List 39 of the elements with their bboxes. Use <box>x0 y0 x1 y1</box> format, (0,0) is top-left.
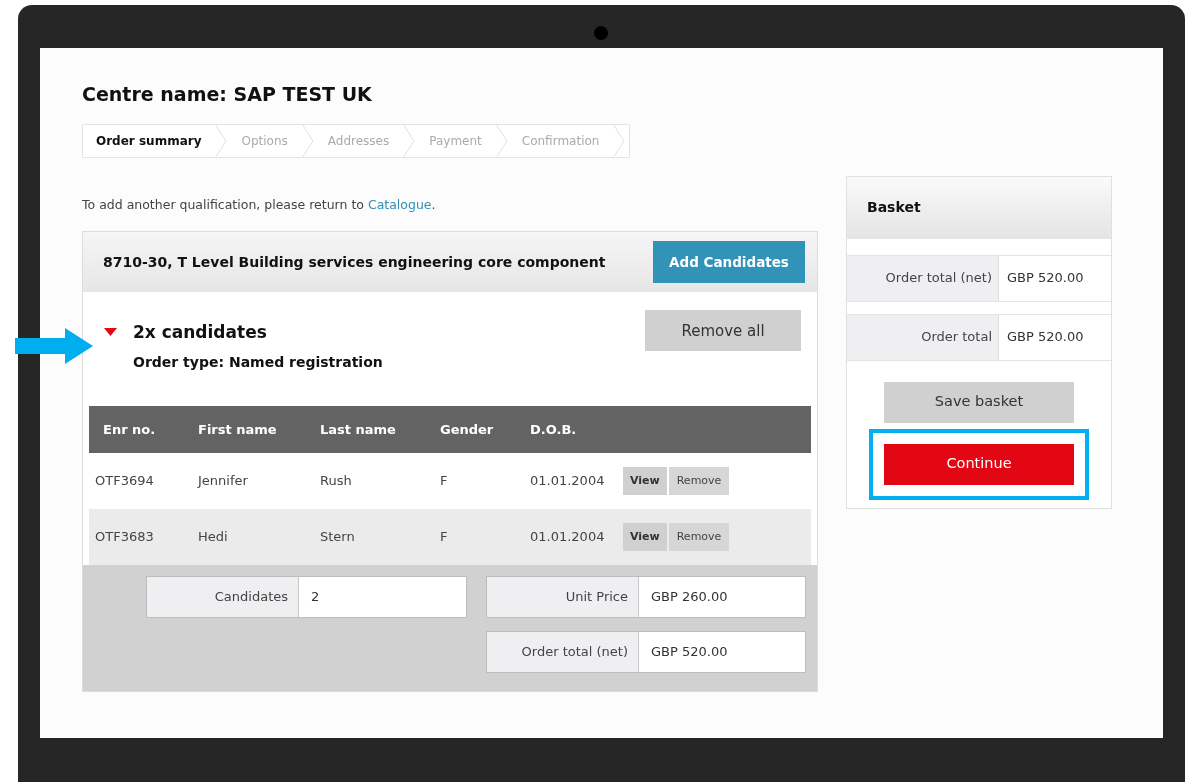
remove-all-button[interactable]: Remove all <box>645 310 801 352</box>
basket-title: Basket <box>847 176 1111 239</box>
column-header: First name <box>197 420 278 439</box>
view-button[interactable]: View <box>623 522 667 551</box>
table-cell-text: OTF3694 <box>94 472 155 490</box>
table-cell-text: Jennifer <box>196 472 249 490</box>
unit-price-value: GBP 260.00 <box>639 576 805 617</box>
candidates-label: Candidates <box>147 576 299 617</box>
order-total-net-value: GBP 520.00 <box>639 631 805 672</box>
table-cell-text: OTF3683 <box>94 528 155 546</box>
table-cell-text: Hedi <box>197 528 229 546</box>
table-cell-text: 01.01.2004 <box>529 472 606 490</box>
intro-text: To add another qualification, please return to Catalogue. <box>82 195 437 214</box>
table-cell-text: F <box>439 472 449 490</box>
candidates-value: 2 <box>299 576 466 617</box>
table-cell-text: Rush <box>319 472 353 490</box>
column-header: Enr no. <box>102 420 157 439</box>
basket-line-label: Order total (net) <box>847 255 999 301</box>
step-tab[interactable]: Order summary <box>83 124 228 157</box>
continue-button[interactable]: Continue <box>884 443 1074 485</box>
add-candidates-button[interactable]: Add Candidates <box>653 241 805 284</box>
table-cell-text: F <box>439 528 449 546</box>
column-header: D.O.B. <box>529 420 578 439</box>
table-cell-text: Stern <box>319 528 356 546</box>
table-cell-text: 01.01.2004 <box>529 528 606 546</box>
candidates-heading: 2x candidates <box>133 321 268 345</box>
column-header: Last name <box>319 420 397 439</box>
remove-button[interactable]: Remove <box>668 522 730 551</box>
catalogue-link[interactable]: Catalogue <box>367 196 432 212</box>
view-button[interactable]: View <box>623 466 667 495</box>
remove-button[interactable]: Remove <box>668 466 730 495</box>
unit-price-label: Unit Price <box>487 576 639 617</box>
save-basket-button[interactable]: Save basket <box>884 381 1074 423</box>
order-total-net-label: Order total (net) <box>487 631 639 672</box>
centre-title: Centre name: SAP TEST UK <box>82 82 373 107</box>
order-type: Order type: Named registration <box>133 352 383 372</box>
qualification-title: 8710-30, T Level Building services engineering core component <box>103 252 606 272</box>
basket-line-label: Order total <box>847 314 999 360</box>
column-header: Gender <box>439 420 495 439</box>
